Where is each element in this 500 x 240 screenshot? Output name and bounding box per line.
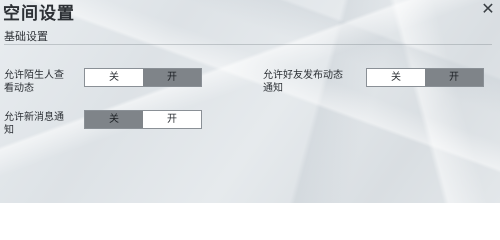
toggle-on-option[interactable]: 开 [143,111,201,128]
space-settings-panel: 空间设置 ✕ 基础设置 允许陌生人查 看动态 关 开 允许好友发布动态 通知 关… [0,0,500,203]
toggle-on-option[interactable]: 开 [425,69,483,86]
label-line: 允许好友发布动态 [263,70,343,81]
toggle-friend-post-notify[interactable]: 关 开 [366,68,484,87]
toggle-new-message-notify[interactable]: 关 开 [84,110,202,129]
label-line: 通知 [263,83,283,94]
section-title: 基础设置 [4,30,48,43]
label-line: 允许陌生人查 [4,70,64,81]
setting-label-stranger-view: 允许陌生人查 看动态 [4,69,64,95]
label-line: 看动态 [4,83,34,94]
toggle-on-option[interactable]: 开 [143,69,201,86]
toggle-stranger-view[interactable]: 关 开 [84,68,202,87]
label-line: 允许新消息通 [4,112,64,123]
setting-label-new-message-notify: 允许新消息通 知 [4,111,64,137]
toggle-off-option[interactable]: 关 [85,69,143,86]
toggle-off-option[interactable]: 关 [85,111,143,128]
section-divider [4,44,492,45]
header: 空间设置 ✕ [0,0,500,25]
setting-label-friend-post-notify: 允许好友发布动态 通知 [263,69,343,95]
label-line: 知 [4,125,14,136]
close-icon[interactable]: ✕ [480,1,496,17]
toggle-off-option[interactable]: 关 [367,69,425,86]
page-title: 空间设置 [3,4,75,24]
